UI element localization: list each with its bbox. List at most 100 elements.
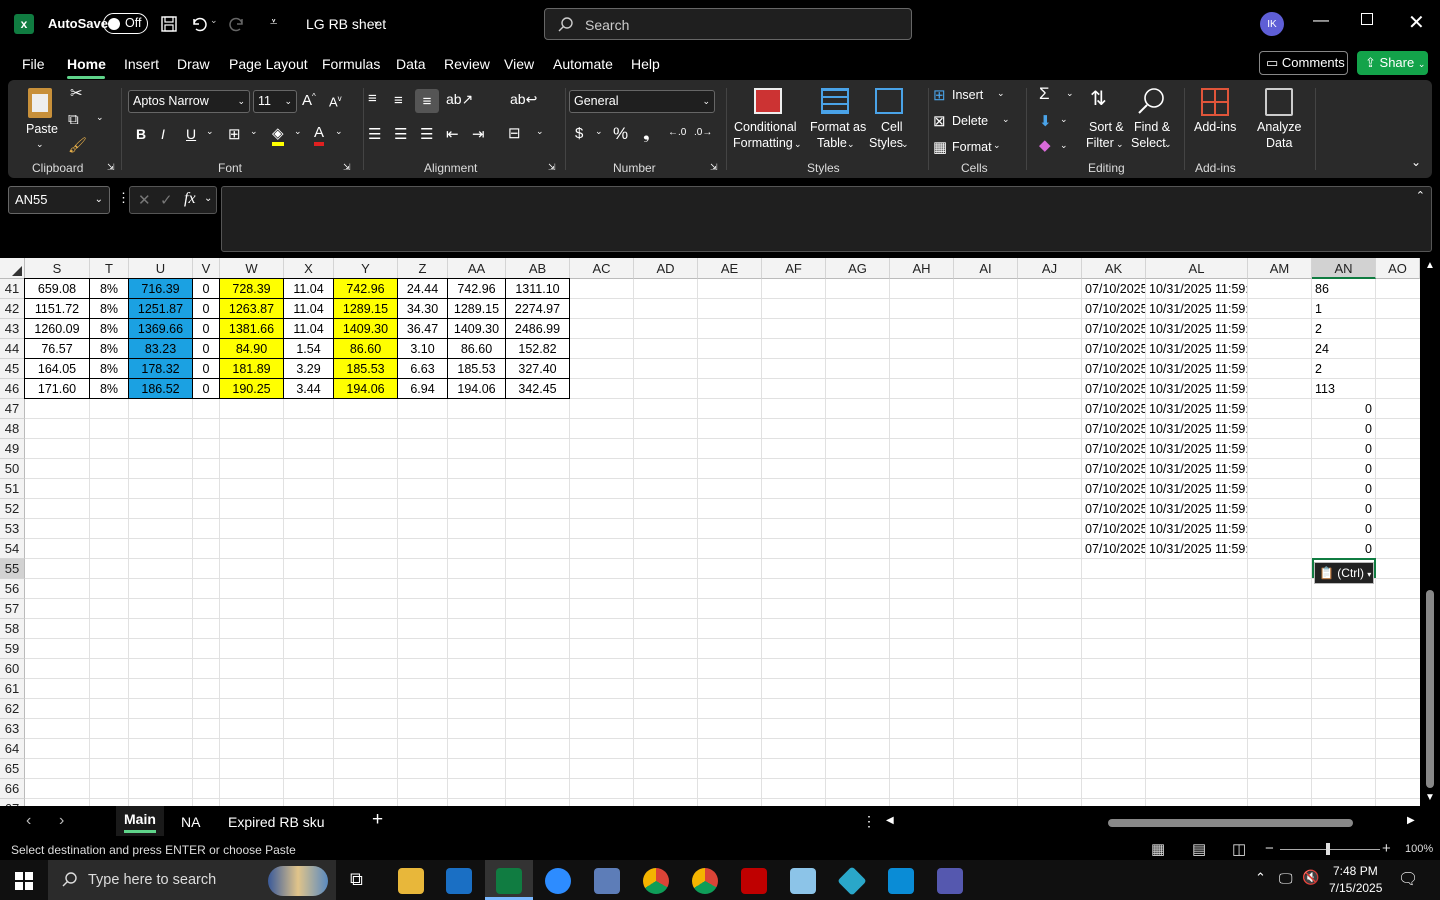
teams-icon[interactable] [937, 868, 963, 894]
autosum-chevron-icon[interactable]: ⌄ [1066, 88, 1074, 99]
table-cell[interactable]: 171.60 [25, 379, 89, 398]
tab-data[interactable]: Data [396, 56, 426, 72]
spreadsheet-grid[interactable]: S T U V W X Y Z AA AB AC AD AE AF AG AH AI AJ AK AL AM AN AO 4… [0, 258, 1440, 819]
tab-insert[interactable]: Insert [124, 56, 159, 72]
tabs-options-icon[interactable]: ⋮ [862, 813, 876, 830]
date-cell[interactable]: 07/10/2025 [1082, 359, 1145, 378]
find-chevron-icon[interactable]: ⌄ [1164, 136, 1172, 152]
alignment-launcher-icon[interactable]: ⇲ [548, 162, 556, 173]
column-header-an[interactable]: AN [1312, 258, 1376, 279]
wrap-text-icon[interactable]: ab↩ [510, 91, 537, 108]
column-header-ah[interactable]: AH [890, 258, 954, 279]
row-header-57[interactable]: 57 [0, 599, 25, 619]
ribbon-collapse-icon[interactable]: ⌄ [1411, 155, 1421, 169]
add-sheet-icon[interactable]: + [372, 809, 383, 831]
fill-color-icon[interactable]: ◈ [272, 124, 284, 146]
comma-icon[interactable]: ❟ [643, 124, 650, 144]
row-header-51[interactable]: 51 [0, 479, 25, 499]
zoom-in-icon[interactable]: + [1382, 840, 1391, 857]
copy-chevron-icon[interactable]: ⌄ [96, 112, 104, 123]
cell-styles-line1[interactable]: Cell [881, 119, 903, 135]
date-cell[interactable]: 07/10/2025 [1082, 299, 1145, 318]
datetime-cell[interactable]: 10/31/2025 11:59:59 PM [1146, 399, 1247, 418]
tab-file[interactable]: File [22, 56, 45, 72]
datetime-cell[interactable]: 10/31/2025 11:59:59 PM [1146, 319, 1247, 338]
tab-help[interactable]: Help [631, 56, 660, 72]
row-header-45[interactable]: 45 [0, 359, 25, 379]
network-icon[interactable]: 🖵 [1279, 870, 1293, 887]
decrease-decimal-icon[interactable]: .0→ [694, 127, 712, 138]
count-cell[interactable]: 1 [1312, 299, 1375, 318]
find-select-line1[interactable]: Find & [1134, 119, 1170, 135]
analyze-data-line1[interactable]: Analyze [1257, 119, 1301, 135]
orientation-icon[interactable]: ab↗ [446, 91, 473, 108]
merge-center-icon[interactable]: ⊟ [508, 124, 521, 142]
table-cell[interactable]: 2486.99 [506, 319, 569, 338]
sheet-tab-expired-rb-sku[interactable]: Expired RB sku [228, 814, 324, 830]
datetime-cell[interactable]: 10/31/2025 11:59:59 PM [1146, 339, 1247, 358]
enter-formula-icon[interactable]: ✓ [160, 191, 173, 209]
cancel-formula-icon[interactable]: ✕ [138, 191, 151, 209]
page-layout-view-icon[interactable]: ▤ [1192, 840, 1206, 858]
datetime-cell[interactable]: 10/31/2025 11:59:59 PM [1146, 459, 1247, 478]
delete-chevron-icon[interactable]: ⌄ [1002, 114, 1010, 125]
table-cell[interactable]: 152.82 [506, 339, 569, 358]
column-header-v[interactable]: V [193, 258, 220, 279]
table-cell[interactable]: 164.05 [25, 359, 89, 378]
row-header-49[interactable]: 49 [0, 439, 25, 459]
undo-dropdown-icon[interactable]: ⌄ [210, 15, 218, 26]
fill-chevron-icon[interactable]: ⌄ [294, 126, 302, 137]
table-cell[interactable]: 36.47 [398, 319, 447, 338]
count-cell[interactable]: 113 [1312, 379, 1375, 398]
count-cell[interactable]: 2 [1312, 359, 1375, 378]
find-select-icon[interactable] [1136, 86, 1166, 116]
row-header-52[interactable]: 52 [0, 499, 25, 519]
clock-date[interactable]: 7/15/2025 [1329, 881, 1382, 895]
analyze-data-line2[interactable]: Data [1266, 135, 1292, 151]
table-cell[interactable]: 8% [90, 359, 128, 378]
tab-home[interactable]: Home [67, 56, 106, 72]
datetime-cell[interactable]: 10/31/2025 11:59:59 PM [1146, 379, 1247, 398]
tab-review[interactable]: Review [444, 56, 490, 72]
number-launcher-icon[interactable]: ⇲ [710, 162, 718, 173]
row-header-48[interactable]: 48 [0, 419, 25, 439]
prev-sheet-icon[interactable]: ‹ [26, 812, 31, 830]
format-table-icon[interactable] [821, 88, 849, 114]
table-cell[interactable]: 716.39 [129, 279, 192, 298]
table-cell[interactable]: 8% [90, 339, 128, 358]
outlook-icon[interactable] [446, 868, 472, 894]
table-cell[interactable]: 185.53 [448, 359, 505, 378]
column-header-ag[interactable]: AG [826, 258, 890, 279]
cs-chevron-icon[interactable]: ⌄ [901, 136, 909, 152]
column-header-al[interactable]: AL [1146, 258, 1248, 279]
date-cell[interactable]: 07/10/2025 [1082, 459, 1145, 478]
table-cell[interactable]: 1409.30 [448, 319, 505, 338]
table-cell[interactable]: 76.57 [25, 339, 89, 358]
datetime-cell[interactable]: 10/31/2025 11:59:59 PM [1146, 499, 1247, 518]
sort-chevron-icon[interactable]: ⌄ [1116, 136, 1124, 152]
row-header-41[interactable]: 41 [0, 279, 25, 299]
datetime-cell[interactable]: 10/31/2025 11:59:59 PM [1146, 519, 1247, 538]
date-cell[interactable]: 07/10/2025 [1082, 539, 1145, 558]
table-cell[interactable]: 1251.87 [129, 299, 192, 318]
title-chevron-icon[interactable]: ⌄ [372, 14, 381, 27]
notes-app-icon[interactable] [790, 868, 816, 894]
add-ins-icon[interactable] [1201, 88, 1229, 116]
table-cell[interactable]: 8% [90, 279, 128, 298]
count-cell[interactable]: 0 [1312, 539, 1375, 558]
table-cell[interactable]: 190.25 [220, 379, 283, 398]
analyze-data-icon[interactable] [1265, 88, 1293, 116]
count-cell[interactable]: 0 [1312, 499, 1375, 518]
undo-icon[interactable] [190, 15, 208, 33]
format-cells-icon[interactable]: ▦ [933, 138, 947, 156]
row-header-56[interactable]: 56 [0, 579, 25, 599]
table-cell[interactable]: 1289.15 [334, 299, 397, 318]
font-name-select[interactable]: Aptos Narrow ⌄ [128, 90, 250, 113]
redo-icon[interactable] [228, 15, 246, 33]
calculator-icon[interactable] [594, 868, 620, 894]
share-button[interactable]: ⇪ Share ⌄ [1357, 51, 1428, 75]
column-header-u[interactable]: U [129, 258, 193, 279]
increase-indent-icon[interactable]: ⇥ [472, 125, 485, 143]
save-icon[interactable] [160, 15, 178, 33]
table-cell[interactable]: 0 [193, 379, 219, 398]
